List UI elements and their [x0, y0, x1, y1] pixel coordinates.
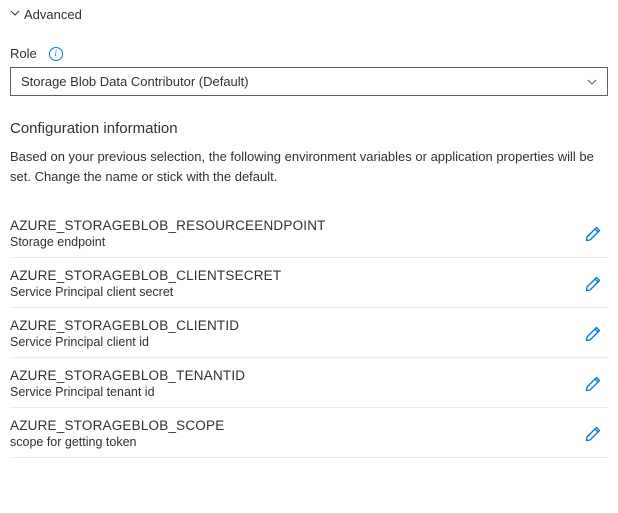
edit-button[interactable]: [578, 269, 608, 299]
role-label: Role: [10, 46, 37, 61]
config-description: Based on your previous selection, the fo…: [10, 147, 600, 186]
variable-name: AZURE_STORAGEBLOB_CLIENTID: [10, 318, 578, 333]
advanced-label: Advanced: [24, 7, 82, 22]
pencil-icon: [585, 226, 601, 242]
edit-button[interactable]: [578, 419, 608, 449]
variable-row: AZURE_STORAGEBLOB_SCOPEscope for getting…: [10, 408, 608, 458]
variable-name: AZURE_STORAGEBLOB_RESOURCEENDPOINT: [10, 218, 578, 233]
variable-row: AZURE_STORAGEBLOB_TENANTID Service Princi…: [10, 358, 608, 408]
pencil-icon: [585, 376, 601, 392]
variable-row: AZURE_STORAGEBLOB_CLIENTID Service Princi…: [10, 308, 608, 358]
role-select[interactable]: Storage Blob Data Contributor (Default): [10, 67, 608, 96]
advanced-toggle[interactable]: Advanced: [10, 7, 608, 22]
variable-description: scope for getting token: [10, 435, 578, 449]
variable-description: Service Principal tenant id: [10, 385, 578, 399]
config-title: Configuration information: [10, 120, 608, 137]
chevron-down-icon: [10, 8, 20, 21]
info-icon[interactable]: i: [49, 47, 63, 61]
edit-button[interactable]: [578, 369, 608, 399]
pencil-icon: [585, 326, 601, 342]
variable-name: AZURE_STORAGEBLOB_CLIENTSECRET: [10, 268, 578, 283]
variable-description: Service Principal client secret: [10, 285, 578, 299]
variable-description: Storage endpoint: [10, 235, 578, 249]
edit-button[interactable]: [578, 319, 608, 349]
role-select-value: Storage Blob Data Contributor (Default): [21, 74, 249, 89]
edit-button[interactable]: [578, 219, 608, 249]
variable-description: Service Principal client id: [10, 335, 578, 349]
variable-name: AZURE_STORAGEBLOB_TENANTID: [10, 368, 578, 383]
pencil-icon: [585, 426, 601, 442]
pencil-icon: [585, 276, 601, 292]
variable-name: AZURE_STORAGEBLOB_SCOPE: [10, 418, 578, 433]
variable-row: AZURE_STORAGEBLOB_RESOURCEENDPOINT Storag…: [10, 208, 608, 258]
variable-row: AZURE_STORAGEBLOB_CLIENTSECRET Service Pr…: [10, 258, 608, 308]
